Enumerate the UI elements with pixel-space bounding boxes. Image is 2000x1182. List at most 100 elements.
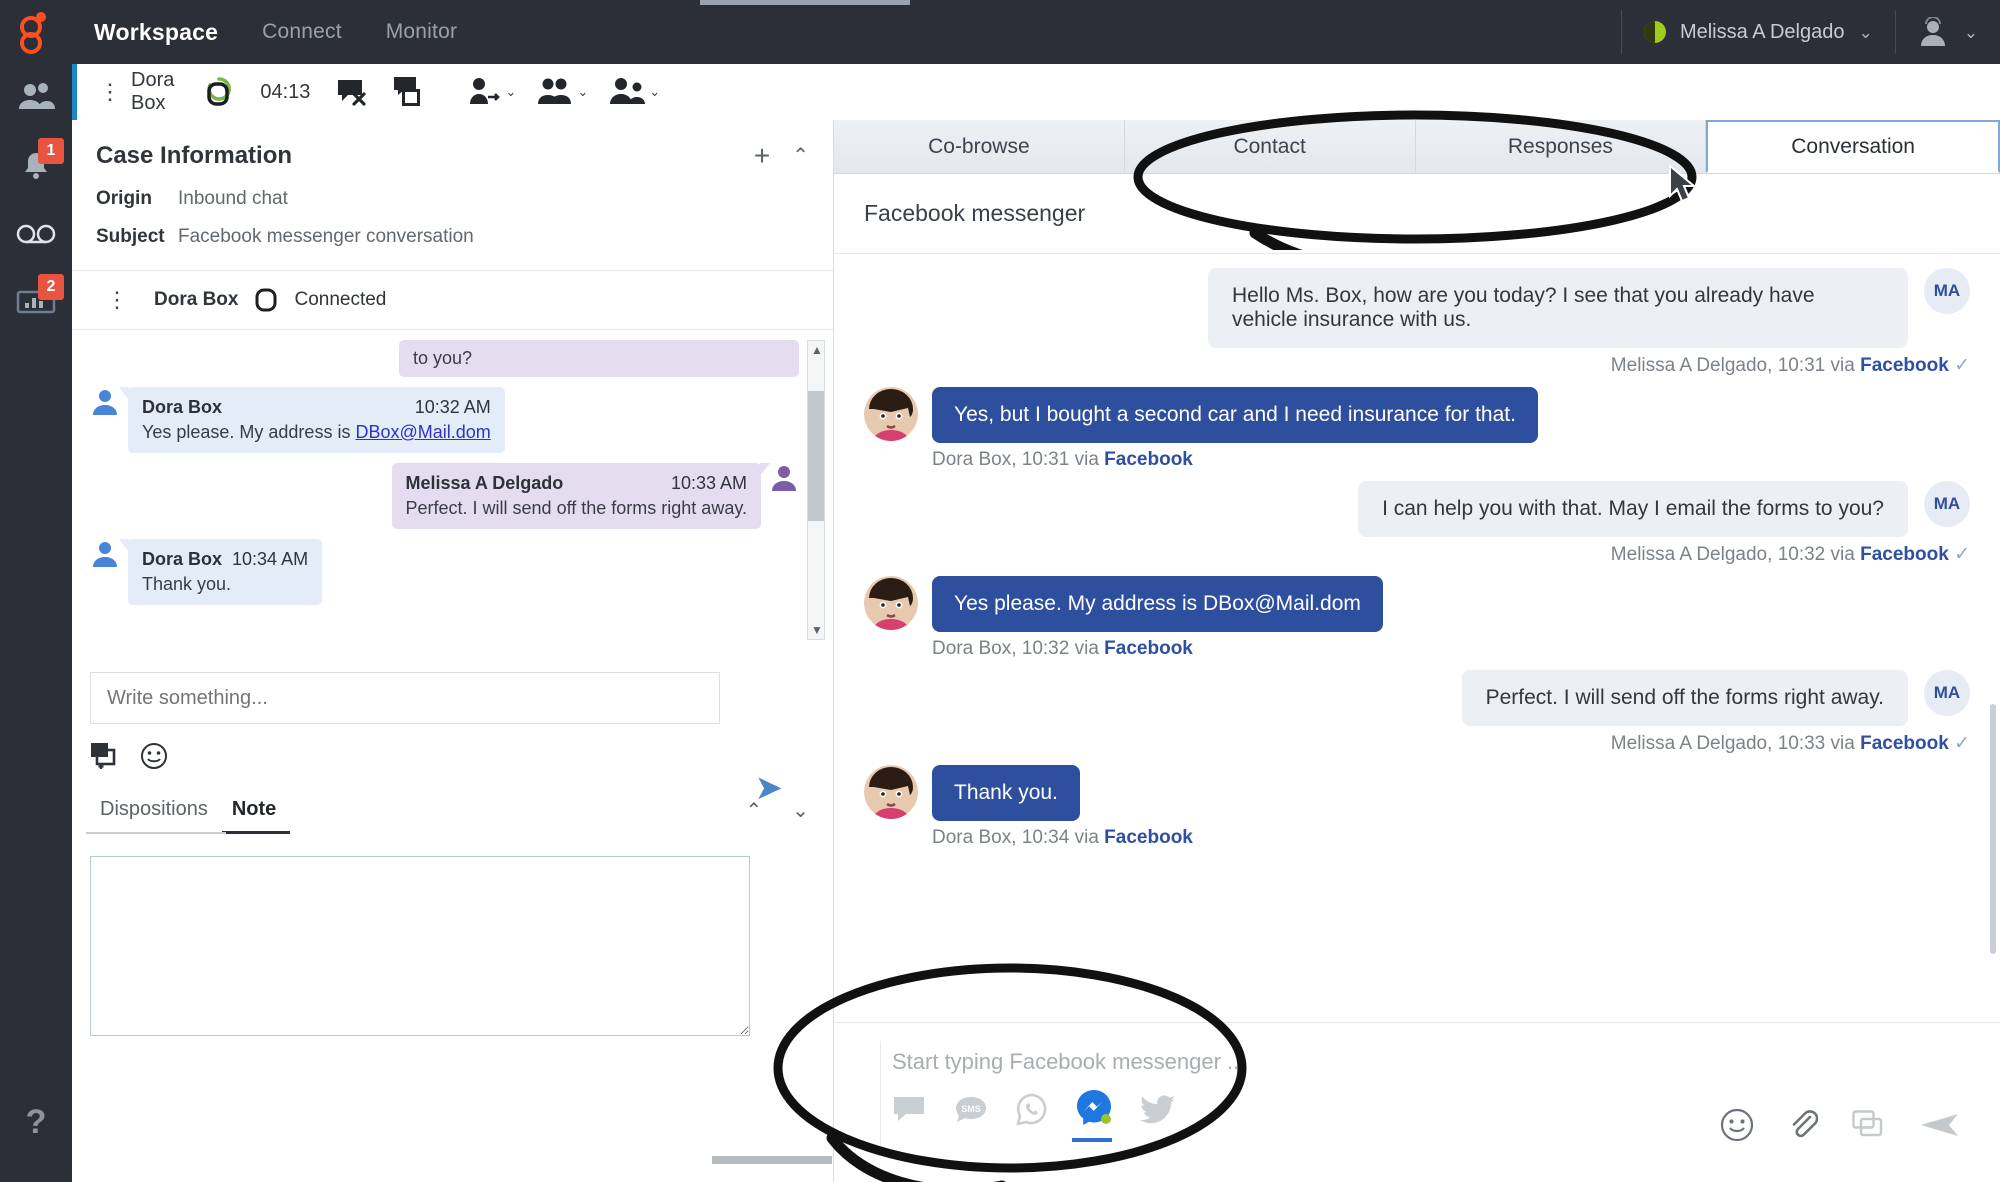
note-textarea[interactable] [90,856,750,1036]
conversation-composer: Start typing Facebook messenger ... SMS [834,1022,2000,1182]
agent-status-icon [1643,21,1666,43]
case-row-origin: Origin Inbound chat [72,180,833,218]
meta-comma: , [1767,733,1778,754]
avatar [93,542,117,567]
bubble-incoming: Thank you. [932,765,1080,821]
interaction-menu-icon[interactable]: ⋮ [89,81,131,103]
nav-workspace[interactable]: Workspace [72,0,240,64]
tab-note[interactable]: Note [221,798,291,834]
tab-co-browse[interactable]: Co-browse [834,120,1125,173]
chevron-down-icon[interactable]: ⌄ [505,84,516,100]
collapse-up-icon[interactable]: ⌃ [745,798,762,834]
tab-contact[interactable]: Contact [1124,120,1416,173]
chevron-down-icon[interactable]: ⌄ [649,84,660,100]
conversation-channel-title: Facebook messenger [834,174,2000,254]
transfer-party-icon[interactable]: ⌄ [458,76,526,108]
meta-comma: , [1011,449,1022,470]
message-meta: Melissa A Delgado, 10:33 via Facebook ✓ [864,732,1970,755]
collapse-down-icon[interactable]: ⌄ [792,798,809,834]
message-time: 10:33 AM [670,473,747,493]
nav-monitor[interactable]: Monitor [364,0,479,64]
add-field-button[interactable]: + [754,142,770,170]
sender-name: Dora Box [142,549,223,569]
chat-transcript: to you? Dora Box 10:32 AM Yes please. My… [72,330,833,650]
chat-icon[interactable] [892,1095,926,1130]
message-body: Thank you. [142,574,232,594]
emoji-icon[interactable] [1720,1108,1754,1142]
meta-channel: Facebook [1860,544,1949,565]
active-channel-underline [1072,1138,1112,1142]
bubble-incoming: Dora Box 10:32 AM Yes please. My address… [119,387,505,453]
send-icon[interactable] [1920,1111,1960,1139]
case-row-subject: Subject Facebook messenger conversation [72,218,833,256]
page-title: Case Information [96,142,293,169]
collapse-case-button[interactable]: ⌃ [792,146,809,166]
agent-status-menu[interactable]: Melissa A Delgado ⌄ [1622,0,1895,64]
rail-item-contacts[interactable] [0,64,72,132]
scrollbar-thumb[interactable] [808,391,824,521]
canned-response-icon[interactable] [90,742,120,770]
contacts-group-icon [19,83,55,109]
transcript-scrollbar[interactable]: ▲ ▼ [807,340,825,640]
meta-time: 10:33 [1777,733,1826,754]
sms-icon[interactable]: SMS [954,1095,988,1130]
conversation-message: Perfect. I will send off the forms right… [864,670,1970,755]
chevron-down-icon[interactable]: ⌄ [577,84,588,100]
conference-icon[interactable]: ⌄ [526,76,598,108]
tab-conversation[interactable]: Conversation [1706,120,2000,173]
statistics-badge: 2 [38,274,64,300]
message-input[interactable] [90,672,720,724]
emoji-icon[interactable] [140,742,168,770]
case-value: Facebook messenger conversation [178,226,474,247]
consult-icon[interactable]: ⌄ [598,76,670,108]
scroll-down-icon[interactable]: ▼ [811,623,823,637]
meta-comma: , [1011,638,1022,659]
chevron-down-icon[interactable]: ⌄ [1859,24,1873,41]
case-header-actions: + ⌃ [754,142,809,170]
agent-initials-avatar: MA [1924,670,1970,716]
conversation-scrollbar[interactable] [1990,704,1996,954]
meta-channel: Facebook [1860,355,1949,376]
meta-channel: Facebook [1104,638,1193,659]
facebook-messenger-icon[interactable] [1072,1089,1112,1142]
case-label: Origin [96,188,152,209]
left-tabs-collapse-controls: ⌃ ⌄ [745,798,833,834]
meta-time: 10:31 [1021,449,1070,470]
tab-responses[interactable]: Responses [1415,120,1707,173]
conversation-message: Thank you. Dora Box, 10:34 via Facebook [864,765,1970,849]
channel-menu-icon[interactable]: ⋮ [96,289,138,311]
canned-response-icon[interactable] [1852,1110,1886,1140]
rail-item-voicemail[interactable] [0,200,72,268]
message-meta: Dora Box, 10:31 via Facebook [932,449,1538,471]
active-tab-indicator [700,0,910,5]
message-body: Yes please. My address is [142,422,356,442]
chevron-down-icon[interactable]: ⌄ [1964,24,1978,41]
case-label: Subject [96,226,165,247]
meta-via: via [1074,638,1099,659]
delivered-icon: ✓ [1954,355,1970,376]
agent-initials-avatar: MA [1924,268,1970,314]
meta-via: via [1830,544,1855,565]
help-button[interactable]: ? [0,1103,72,1142]
email-link[interactable]: DBox@Mail.dom [355,422,490,442]
conversation-input[interactable]: Start typing Facebook messenger ... [834,1023,2000,1075]
rail-item-statistics[interactable]: 2 [0,268,72,336]
meta-via: via [1074,827,1099,848]
attachment-icon[interactable] [1788,1108,1818,1142]
horizontal-scrollbar[interactable] [712,1156,832,1164]
nav-connect[interactable]: Connect [240,0,364,64]
scroll-up-icon[interactable]: ▲ [811,343,823,357]
transfer-chat-icon[interactable] [380,76,438,108]
message-meta: Dora Box, 10:32 via Facebook [932,638,1383,660]
bubble-outgoing: Melissa A Delgado 10:33 AM Perfect. I wi… [391,463,771,529]
rail-item-notifications[interactable]: 1 [0,132,72,200]
user-account-menu[interactable]: ⌄ [1896,0,2000,64]
whatsapp-icon[interactable] [1016,1093,1048,1130]
transcript-partial-bubble: to you? [399,340,799,377]
chat-status-icon[interactable] [192,75,244,109]
avatar [772,466,796,491]
twitter-icon[interactable] [1140,1095,1176,1130]
genesys-logo[interactable] [0,0,72,64]
tab-dispositions[interactable]: Dispositions [90,798,222,834]
end-chat-icon[interactable] [326,77,380,107]
